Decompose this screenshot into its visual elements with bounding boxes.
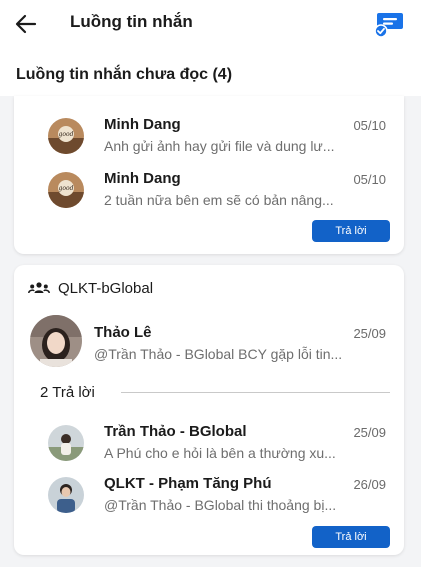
- avatar: good: [48, 172, 84, 208]
- group-header[interactable]: QLKT-bGlobal: [28, 277, 153, 299]
- reply-item[interactable]: QLKT - Phạm Tăng Phú 26/09 @Trần Thảo - …: [14, 473, 404, 523]
- sender-name: Minh Dang: [104, 170, 181, 187]
- sender-name: Trần Thảo - BGlobal: [104, 423, 247, 440]
- page-title: Luồng tin nhắn: [70, 12, 193, 31]
- replies-toggle[interactable]: 2 Trả lời: [40, 382, 390, 402]
- reply-button[interactable]: Trả lời: [312, 220, 390, 242]
- reply-button[interactable]: Trả lời: [312, 526, 390, 548]
- avatar: [30, 315, 82, 367]
- message-date: 25/09: [353, 326, 386, 341]
- avatar: [48, 477, 84, 513]
- arrow-left-icon: [15, 14, 37, 34]
- back-button[interactable]: [12, 10, 40, 38]
- thread-action-button[interactable]: [373, 8, 405, 40]
- unread-section-header: Luồng tin nhắn chưa đọc (4): [0, 48, 421, 96]
- message-item[interactable]: good Minh Dang 05/10 2 tuần nữa bên em s…: [14, 168, 404, 218]
- svg-text:good: good: [59, 131, 74, 138]
- svg-text:good: good: [59, 185, 74, 192]
- avatar: good: [48, 118, 84, 154]
- thread-card-minh-dang: good Minh Dang 05/10 Anh gửi ảnh hay gửi…: [14, 96, 404, 254]
- message-item[interactable]: good Minh Dang 05/10 Anh gửi ảnh hay gửi…: [14, 114, 404, 164]
- group-people-icon: [28, 282, 50, 294]
- sender-name: QLKT - Phạm Tăng Phú: [104, 475, 272, 492]
- thread-card-qlkt-bglobal: QLKT-bGlobal Thảo Lê 25/09 @Trần Thảo - …: [14, 265, 404, 555]
- group-name: QLKT-bGlobal: [58, 279, 154, 297]
- message-date: 26/09: [353, 477, 386, 492]
- chat-check-icon: [374, 13, 403, 38]
- message-preview: @Trần Thảo - BGlobal thi thoảng bị...: [104, 497, 337, 513]
- app-header: Luồng tin nhắn: [0, 0, 421, 48]
- replies-count: 2 Trả lời: [40, 383, 95, 401]
- message-item[interactable]: Thảo Lê 25/09 @Trần Thảo - BGlobal BCY g…: [14, 315, 404, 371]
- message-preview: @Trần Thảo - BGlobal BCY gặp lỗi tin...: [94, 346, 343, 362]
- divider: [120, 391, 390, 393]
- reply-item[interactable]: Trần Thảo - BGlobal 25/09 A Phú cho e hỏ…: [14, 421, 404, 471]
- message-preview: A Phú cho e hỏi là bên a thường xu...: [104, 445, 336, 461]
- sender-name: Minh Dang: [104, 116, 181, 133]
- unread-section-title: Luồng tin nhắn chưa đọc (4): [16, 66, 233, 83]
- message-preview: 2 tuần nữa bên em sẽ có bản nâng...: [104, 192, 334, 208]
- sender-name: Thảo Lê: [94, 324, 152, 341]
- message-date: 05/10: [353, 118, 386, 133]
- avatar: [48, 425, 84, 461]
- message-date: 05/10: [353, 172, 386, 187]
- message-preview: Anh gửi ảnh hay gửi file và dung lư...: [104, 138, 335, 154]
- message-date: 25/09: [353, 425, 386, 440]
